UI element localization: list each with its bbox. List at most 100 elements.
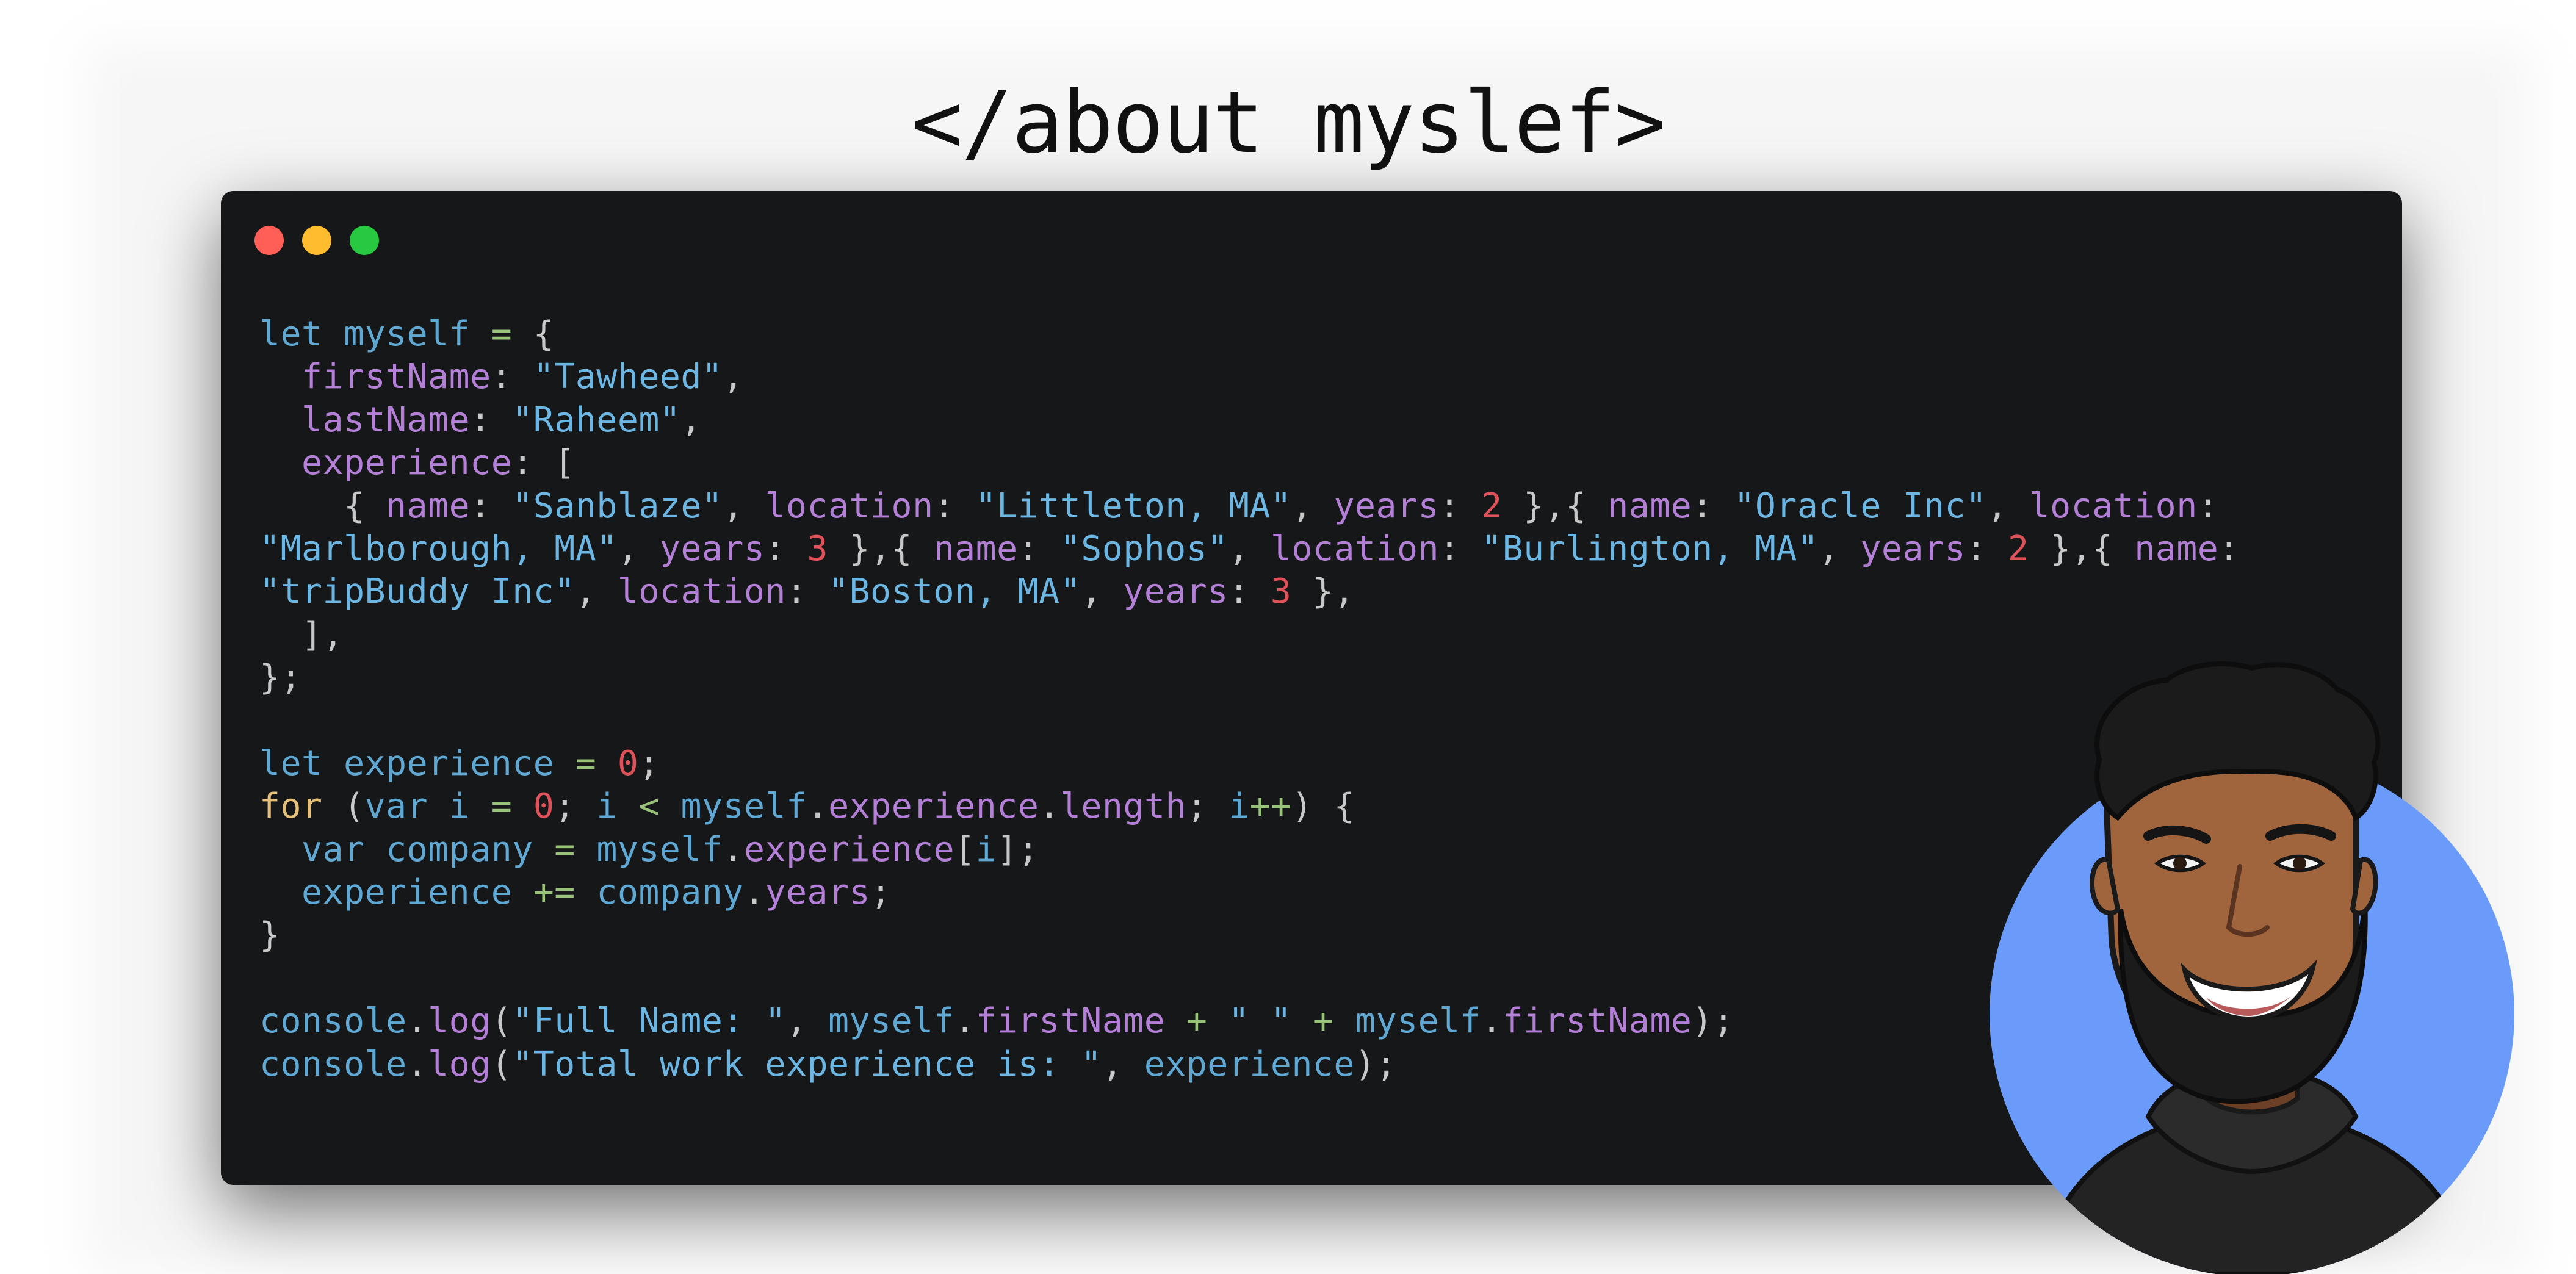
code-line: lastName: "Raheem", <box>259 399 2240 442</box>
code-token: name <box>386 486 471 526</box>
code-token: : <box>1439 528 1482 569</box>
code-token: , <box>1291 486 1334 526</box>
code-token: myself <box>828 1001 955 1042</box>
maximize-dot-icon[interactable] <box>350 226 379 255</box>
code-token: , <box>723 486 765 526</box>
code-token: years <box>1860 528 1966 569</box>
code-token: . <box>406 1001 428 1042</box>
code-token: ); <box>1692 1001 1734 1042</box>
code-line: let experience = 0; <box>259 743 2240 785</box>
code-token: experience <box>301 873 513 913</box>
code-token: , <box>1986 486 2029 526</box>
minimize-dot-icon[interactable] <box>302 226 331 255</box>
code-token: name <box>1607 486 1692 526</box>
code-token: 0 <box>533 786 555 827</box>
code-token: += <box>533 873 575 913</box>
code-line: let myself = { <box>259 313 2240 356</box>
code-token: . <box>1039 786 1060 827</box>
code-token: experience <box>744 829 955 869</box>
code-token: lastName <box>301 400 471 440</box>
code-token: + <box>1313 1001 1334 1042</box>
code-token: "Boston, MA" <box>828 572 1081 612</box>
code-token: ], <box>259 614 344 655</box>
code-token: location <box>1270 528 1440 569</box>
code-token: : <box>1017 528 1060 569</box>
code-token: "Tawheed" <box>533 357 723 397</box>
code-token: experience <box>1144 1044 1355 1084</box>
code-token: . <box>743 873 765 913</box>
code-token: , <box>617 528 660 569</box>
code-token: [ <box>954 829 976 869</box>
code-token: ( <box>491 1001 513 1042</box>
code-token: }, <box>1291 572 1355 612</box>
code-token: },{ <box>828 528 934 569</box>
page-title: </about myslef> <box>911 73 1665 173</box>
code-token: experience <box>344 743 555 783</box>
code-token: "Oracle Inc" <box>1734 486 1987 526</box>
code-token: : <box>785 572 828 612</box>
code-token: "Total work experience is: " <box>512 1044 1102 1084</box>
code-line: "Marlborough, MA", years: 3 },{ name: "S… <box>259 528 2240 570</box>
code-token: company <box>596 873 744 913</box>
code-token: i <box>975 829 997 869</box>
code-token: experience <box>828 786 1039 827</box>
code-token: , <box>680 400 702 440</box>
code-token: log <box>428 1044 491 1084</box>
code-token: : <box>470 400 513 440</box>
code-token: let <box>259 743 323 783</box>
code-token: . <box>723 829 744 869</box>
code-token: . <box>406 1044 428 1084</box>
code-token: "Full Name: " <box>512 1001 786 1042</box>
code-token: 2 <box>2008 528 2029 569</box>
code-token: log <box>428 1001 491 1042</box>
code-line: console.log("Full Name: ", myself.firstN… <box>259 1000 2240 1043</box>
code-line: "tripBuddy Inc", location: "Boston, MA",… <box>259 570 2240 613</box>
code-token: + <box>1186 1001 1208 1042</box>
code-token: 3 <box>1270 572 1292 612</box>
code-line: firstName: "Tawheed", <box>259 356 2240 398</box>
code-token: var <box>301 829 365 869</box>
code-token: : <box>1692 486 1734 526</box>
code-token: i <box>1228 786 1250 827</box>
code-token: ; <box>1186 786 1229 827</box>
code-line: { name: "Sanblaze", location: "Littleton… <box>259 485 2240 528</box>
code-token: ; <box>870 873 892 913</box>
code-token: ( <box>491 1044 513 1084</box>
code-token: : <box>1228 572 1271 612</box>
code-token: : <box>2218 528 2240 569</box>
code-line: experience += company.years; <box>259 871 2240 914</box>
code-token: , <box>1081 572 1124 612</box>
code-token: , <box>1228 528 1271 569</box>
code-token: }; <box>259 658 302 698</box>
code-token: years <box>1333 486 1440 526</box>
code-token: location <box>617 572 786 612</box>
code-token: },{ <box>2029 528 2135 569</box>
code-token: : <box>470 486 513 526</box>
close-dot-icon[interactable] <box>254 226 284 255</box>
code-line: experience: [ <box>259 442 2240 484</box>
code-token: myself <box>680 786 807 827</box>
code-token: : <box>1439 486 1482 526</box>
code-token: : <box>1966 528 2008 569</box>
code-token: = <box>491 786 513 827</box>
code-token: = <box>491 314 513 354</box>
code-token: ; <box>638 743 660 783</box>
code-line: var company = myself.experience[i]; <box>259 829 2240 871</box>
code-token: "Sophos" <box>1059 528 1228 569</box>
code-line: }; <box>259 657 2240 699</box>
code-token: firstName <box>975 1001 1166 1042</box>
